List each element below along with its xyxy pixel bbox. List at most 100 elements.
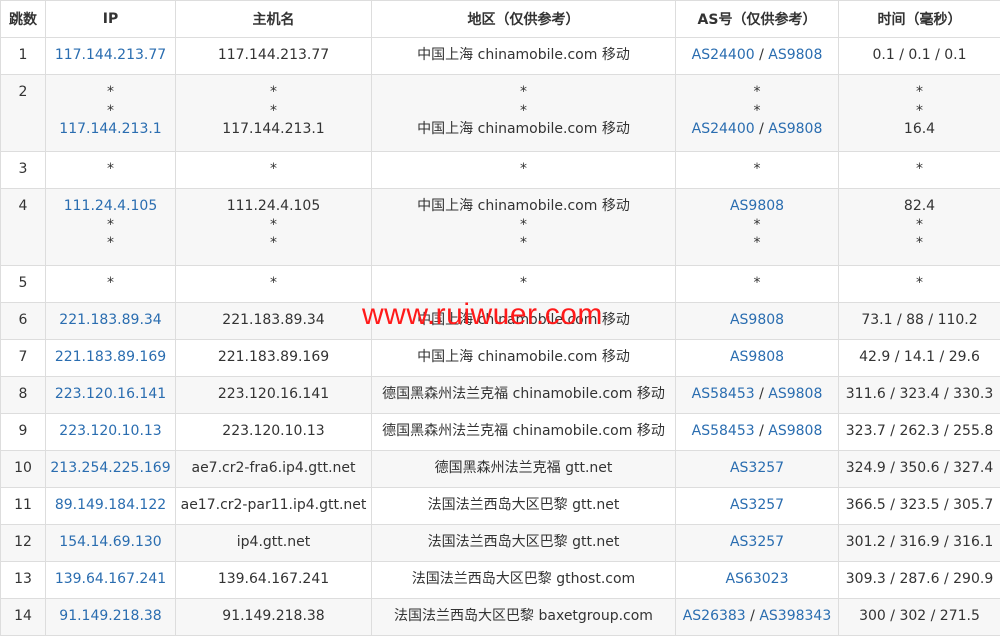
region-cell: * [371, 151, 676, 189]
as-number-link[interactable]: AS9808 [768, 423, 822, 439]
ip-cell: 154.14.69.130 [45, 524, 176, 562]
ip-link[interactable]: 111.24.4.105 [47, 197, 175, 216]
hostname: 221.183.89.169 [217, 349, 330, 365]
table-row: 12 154.14.69.130 ip4.gtt.net 法国法兰西岛大区巴黎 gtt… [0, 524, 1000, 562]
hostname-cell: ae7.cr2-fra6.ip4.gtt.net [175, 450, 372, 488]
as-cell: AS63023 [675, 561, 839, 599]
latency-values: 82.4 [903, 198, 936, 214]
no-response-star: * [270, 161, 277, 177]
hop-cell: 13 [0, 561, 46, 599]
table-row: 9 223.120.10.13 223.120.10.13 德国黑森州法兰克福 chi… [0, 413, 1000, 451]
ip-cell: 117.144.213.77 [45, 37, 176, 75]
ip-link[interactable]: 89.149.184.122 [47, 496, 175, 515]
latency-values: 366.5 / 323.5 / 305.7 [845, 497, 994, 513]
region: 德国黑森州法兰克福 chinamobile.com 移动 [382, 386, 665, 402]
region-cell: 法国法兰西岛大区巴黎 gtt.net [371, 524, 676, 562]
no-response-star: * [270, 102, 277, 119]
as-line: AS3257 [677, 533, 838, 552]
as-number-link[interactable]: AS9808 [768, 121, 822, 137]
ip-link[interactable]: 223.120.16.141 [47, 385, 175, 404]
time-cell: 82.4 * * [838, 188, 1000, 266]
no-response-star: * [753, 216, 761, 233]
as-number-link[interactable]: AS24400 [692, 47, 755, 63]
time-cell: 323.7 / 262.3 / 255.8 [838, 413, 1000, 451]
ip-link[interactable]: 221.183.89.34 [47, 311, 175, 330]
ip-link[interactable]: 117.144.213.77 [47, 46, 175, 65]
ip-cell: 139.64.167.241 [45, 561, 176, 599]
hostname-cell: 221.183.89.34 [175, 302, 372, 340]
table-row: 11 89.149.184.122 ae17.cr2-par11.ip4.gtt.n… [0, 487, 1000, 525]
ip-link[interactable]: 139.64.167.241 [47, 570, 175, 589]
no-response-star: * [753, 102, 761, 119]
hop-cell: 11 [0, 487, 46, 525]
table-body: 1 117.144.213.77 117.144.213.77 中国上海 chinam… [0, 37, 1000, 636]
as-number-link[interactable]: AS9808 [730, 312, 784, 328]
hop-number: 3 [18, 161, 28, 177]
hostname-cell: 111.24.4.105 * * [175, 188, 372, 266]
region-cell: 中国上海 chinamobile.com 移动 * * [371, 188, 676, 266]
ip-cell: 223.120.16.141 [45, 376, 176, 414]
as-cell: AS26383 / AS398343 [675, 598, 839, 636]
hostname-cell: ae17.cr2-par11.ip4.gtt.net [175, 487, 372, 525]
as-line: AS24400 / AS9808 [677, 120, 838, 139]
as-number-link[interactable]: AS63023 [726, 571, 789, 587]
ip-cell: 111.24.4.105 * * [45, 188, 176, 266]
as-separator: / [754, 386, 769, 402]
as-cell: AS24400 / AS9808 [675, 37, 839, 75]
region-cell: 中国上海 chinamobile.com 移动 [371, 37, 676, 75]
table-row: 7 221.183.89.169 221.183.89.169 中国上海 chinam… [0, 339, 1000, 377]
no-response-star: * [107, 84, 114, 100]
time-cell: 311.6 / 323.4 / 330.3 [838, 376, 1000, 414]
ip-link[interactable]: 117.144.213.1 [47, 120, 175, 139]
as-cell: * [675, 151, 839, 189]
ip-link[interactable]: 213.254.225.169 [47, 459, 175, 478]
as-number-link[interactable]: AS58453 [692, 423, 755, 439]
as-number-link[interactable]: AS26383 [683, 608, 746, 624]
as-number-link[interactable]: AS58453 [692, 386, 755, 402]
hostname-cell: 223.120.10.13 [175, 413, 372, 451]
no-response-star: * [520, 84, 527, 100]
latency-values: 311.6 / 323.4 / 330.3 [845, 386, 994, 402]
as-line: AS26383 / AS398343 [677, 607, 838, 626]
latency-values: 301.2 / 316.9 / 316.1 [845, 534, 994, 550]
hostname-cell: 221.183.89.169 [175, 339, 372, 377]
hop-number: 2 [18, 84, 28, 100]
hostname-cell: 223.120.16.141 [175, 376, 372, 414]
as-cell: AS9808 [675, 339, 839, 377]
no-response-star: * [520, 235, 527, 252]
region-cell: 法国法兰西岛大区巴黎 gthost.com [371, 561, 676, 599]
no-response-star: * [753, 235, 761, 252]
time-cell: 300 / 302 / 271.5 [838, 598, 1000, 636]
as-cell: AS9808 * * [675, 188, 839, 266]
table-header-row: 跳数 IP 主机名 地区（仅供参考） AS号（仅供参考） 时间（毫秒） [0, 0, 1000, 38]
hostname-cell: ip4.gtt.net [175, 524, 372, 562]
ip-cell: 221.183.89.169 [45, 339, 176, 377]
as-line: AS9808 [677, 197, 838, 216]
time-cell: 0.1 / 0.1 / 0.1 [838, 37, 1000, 75]
table-row: 1 117.144.213.77 117.144.213.77 中国上海 chinam… [0, 37, 1000, 75]
ip-link[interactable]: 91.149.218.38 [47, 607, 175, 626]
as-number-link[interactable]: AS9808 [768, 386, 822, 402]
as-number-link[interactable]: AS9808 [768, 47, 822, 63]
latency-values: 16.4 [903, 121, 936, 138]
table-row: 3 * * * * * [0, 151, 1000, 189]
as-number-link[interactable]: AS3257 [730, 534, 784, 550]
ip-link[interactable]: 223.120.10.13 [47, 422, 175, 441]
hop-number: 7 [18, 349, 28, 365]
as-number-link[interactable]: AS3257 [730, 460, 784, 476]
as-number-link[interactable]: AS3257 [730, 497, 784, 513]
table-row: 4 111.24.4.105 * * 111.24.4.105 * * 中国上海 chinam… [0, 188, 1000, 266]
time-cell: 301.2 / 316.9 / 316.1 [838, 524, 1000, 562]
hop-number: 14 [14, 608, 32, 624]
latency-values: 0.1 / 0.1 / 0.1 [872, 47, 967, 63]
ip-link[interactable]: 154.14.69.130 [47, 533, 175, 552]
no-response-star: * [270, 216, 277, 233]
as-number-link[interactable]: AS24400 [692, 121, 755, 137]
as-number-link[interactable]: AS398343 [759, 608, 831, 624]
region-cell: 德国黑森州法兰克福 chinamobile.com 移动 [371, 376, 676, 414]
as-number-link[interactable]: AS9808 [730, 198, 784, 214]
region: 中国上海 chinamobile.com 移动 [417, 198, 630, 214]
as-number-link[interactable]: AS9808 [730, 349, 784, 365]
hop-number: 6 [18, 312, 28, 328]
ip-link[interactable]: 221.183.89.169 [47, 348, 175, 367]
